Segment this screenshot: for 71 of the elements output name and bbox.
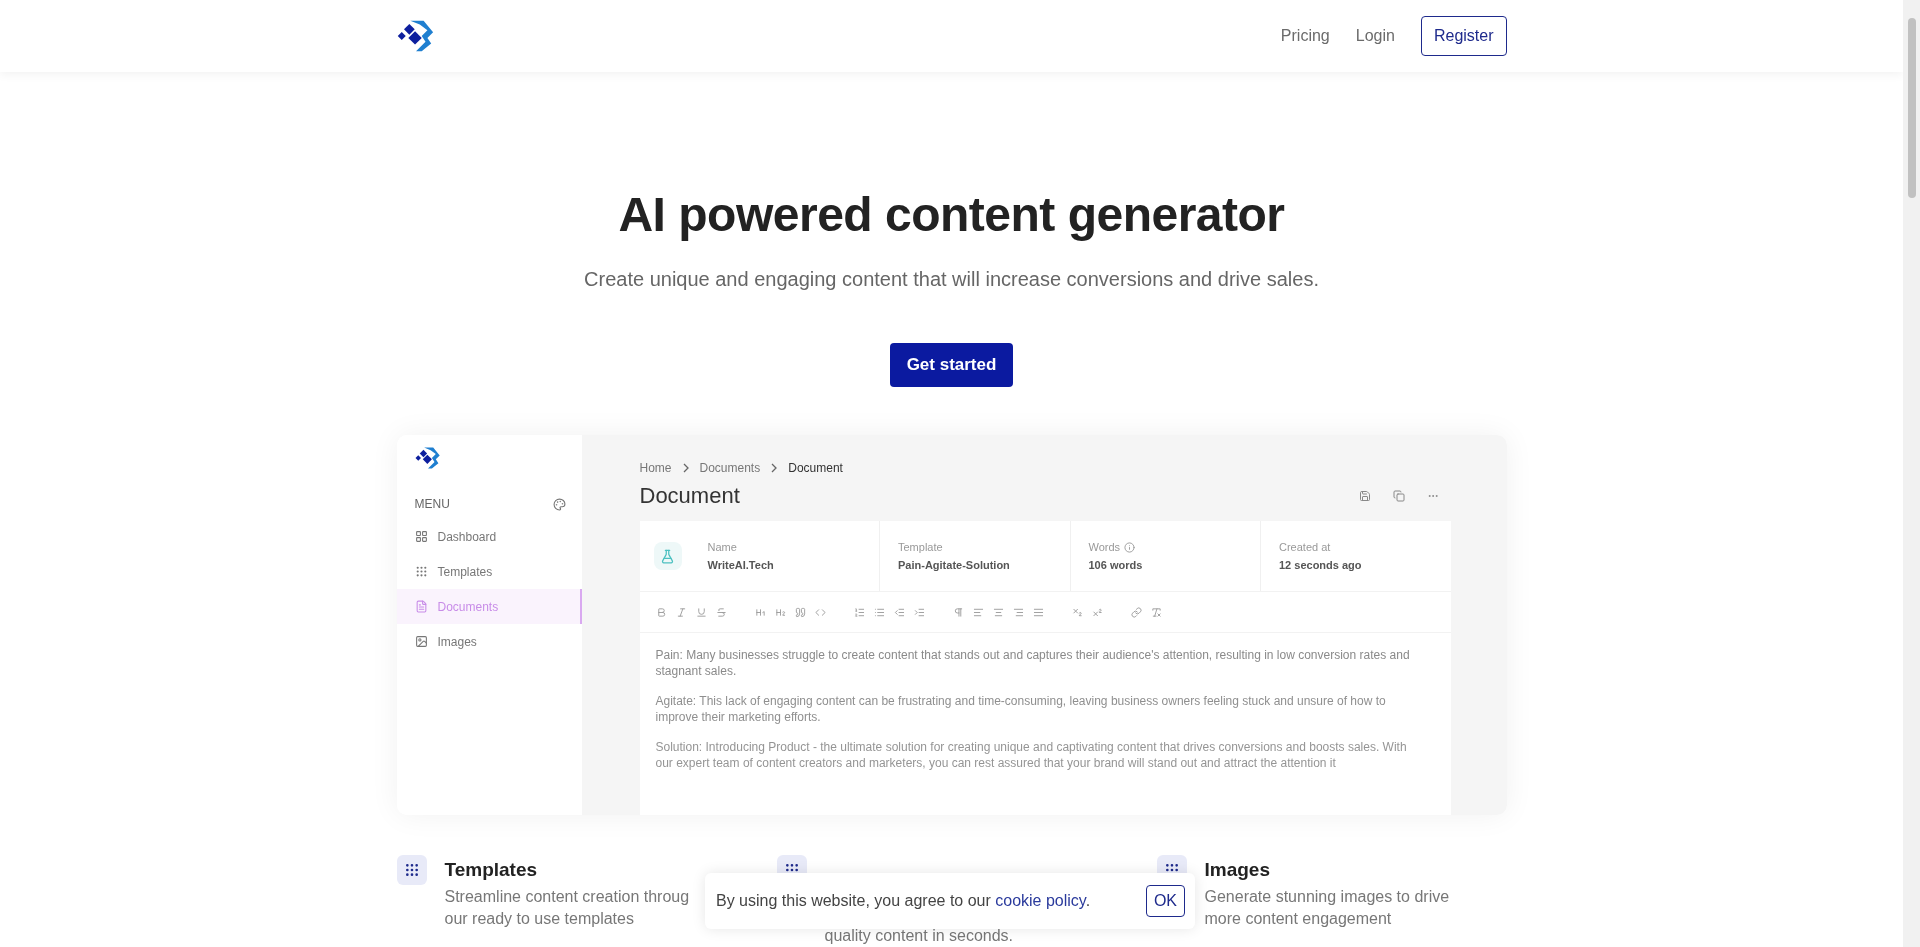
bold-icon[interactable] — [655, 606, 667, 618]
meta-value: 106 words — [1088, 559, 1144, 571]
logo-icon[interactable] — [414, 445, 441, 471]
underline-icon[interactable] — [695, 606, 707, 618]
align-center-icon[interactable] — [992, 606, 1004, 618]
sidebar-item[interactable]: Dashboard — [396, 519, 582, 554]
nav-link[interactable]: Pricing — [1280, 27, 1330, 45]
align-justify-icon[interactable] — [1032, 606, 1044, 618]
info-icon — [1124, 541, 1136, 553]
chevron-right-icon — [681, 463, 690, 473]
palette-icon[interactable] — [552, 497, 566, 511]
superscript-icon[interactable] — [1091, 606, 1103, 618]
document-paragraph: Solution: Introducing Product - the ultimate solution for creating unique and captivating content that drives conversions and boosts sales. With our expert team of content creators and marketers, you can rest assured that your brand will stand out and attract the attention it — [655, 739, 1408, 771]
feature-title: Templates — [444, 859, 539, 881]
document-paragraph: Pain: Many businesses struggle to create content that stands out and captures their audience's attention, resulting in low conversion rates and stagnant sales. — [655, 647, 1411, 679]
grid-icon — [414, 530, 428, 543]
copy-icon[interactable] — [1392, 490, 1405, 502]
clear-format-icon[interactable] — [1150, 606, 1162, 618]
cookie-policy-link[interactable]: cookie policy — [995, 892, 1086, 909]
ordered-list-icon[interactable] — [853, 606, 865, 618]
ok-button[interactable]: OK — [1145, 885, 1185, 917]
subscript-icon[interactable] — [1071, 606, 1083, 618]
meta-label: Name — [707, 541, 737, 553]
get-started-button[interactable]: Get started — [889, 343, 1014, 387]
italic-icon[interactable] — [675, 606, 687, 618]
meta-value: Pain-Agitate-Solution — [898, 559, 1011, 571]
bullet-list-icon[interactable] — [873, 606, 885, 618]
meta-label: Template — [898, 541, 943, 553]
outdent-icon[interactable] — [893, 606, 905, 618]
align-left-icon[interactable] — [972, 606, 984, 618]
hero-title: AI powered content generator — [618, 187, 1285, 242]
document-paragraph: Agitate: This lack of engaging content can be frustrating and time-consuming, leaving business owners feeling stuck and unsure of how to improve their marketing efforts. — [655, 693, 1387, 725]
sidebar-item[interactable]: Templates — [396, 554, 582, 589]
heading-one-icon[interactable] — [754, 606, 766, 618]
dots-icon — [403, 862, 420, 878]
link-icon[interactable] — [1130, 606, 1142, 618]
code-icon[interactable] — [814, 606, 826, 618]
menu-label: MENU — [414, 497, 450, 511]
pilcrow-icon[interactable] — [952, 606, 964, 618]
feature-description: quality content in seconds. — [824, 926, 1014, 946]
feature-description: Generate stunning images to drive — [1204, 887, 1450, 907]
document-icon — [414, 600, 428, 613]
meta-label: Words — [1088, 541, 1121, 553]
meta-value: 12 seconds ago — [1279, 559, 1363, 571]
indent-icon[interactable] — [913, 606, 925, 618]
image-icon — [414, 635, 428, 648]
dots-icon — [414, 565, 428, 578]
meta-value: WriteAI.Tech — [707, 559, 775, 571]
register-button[interactable]: Register — [1420, 16, 1507, 56]
scrollbar[interactable] — [1903, 0, 1920, 947]
feature-description: our ready to use templates — [444, 909, 635, 929]
feature-title: Images — [1204, 859, 1271, 881]
hero-subtitle: Create unique and engaging content that will increase conversions and drive sales. — [584, 268, 1319, 291]
save-icon[interactable] — [1358, 490, 1371, 502]
feature-description: Streamline content creation throug — [444, 887, 690, 907]
breadcrumb-link[interactable]: Home — [639, 461, 672, 475]
align-right-icon[interactable] — [1012, 606, 1024, 618]
flask-icon — [660, 548, 675, 564]
cookie-notice: By using this website, you agree to our cookie policy. — [716, 892, 1091, 910]
meta-label: Created at — [1279, 541, 1331, 553]
heading-two-icon[interactable] — [774, 606, 786, 618]
document-title: Document — [639, 483, 740, 509]
breadcrumb-link[interactable]: Document — [788, 461, 843, 475]
scrollbar-thumb[interactable] — [1907, 18, 1916, 198]
chevron-right-icon — [770, 463, 779, 473]
nav-link[interactable]: Login — [1355, 27, 1395, 45]
breadcrumb-link[interactable]: Documents — [699, 461, 761, 475]
feature-description: more content engagement — [1204, 909, 1393, 929]
sidebar-item[interactable]: Images — [396, 624, 582, 659]
quote-icon[interactable] — [794, 606, 806, 618]
strikethrough-icon[interactable] — [715, 606, 727, 618]
